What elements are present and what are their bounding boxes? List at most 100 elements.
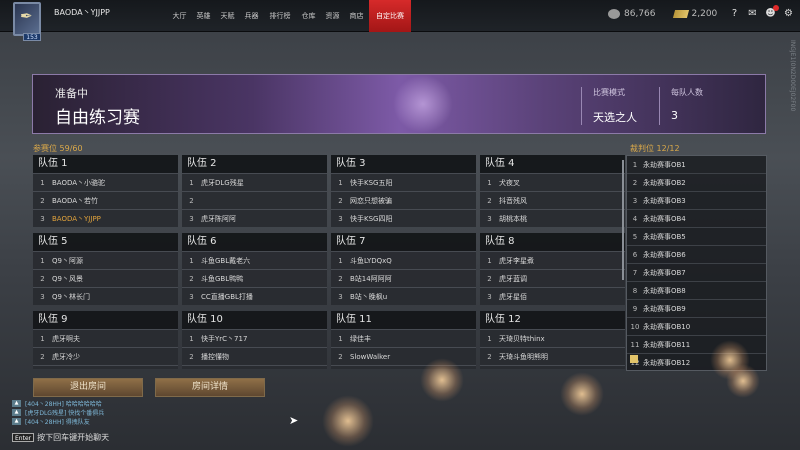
team-slot[interactable]: 1 BAODA丶小骆驼 [33, 173, 178, 191]
team-slot[interactable]: 3 BAODA丶YJJPP [33, 209, 178, 227]
nav-lobby[interactable]: 大厅 [168, 0, 191, 32]
team-slot[interactable]: 1 Q9丶阿源 [33, 251, 178, 269]
team-slot[interactable]: 2 BAODA丶若竹 [33, 191, 178, 209]
team-slot[interactable]: 1 绿佳丰 [331, 329, 476, 347]
player-avatar[interactable]: ✒ [13, 2, 41, 36]
team-size-value: 3 [671, 109, 678, 122]
player-name: 快手KSG四阳 [350, 214, 393, 223]
chat-input-hint[interactable]: Enter 按下回车键开始聊天 [12, 432, 109, 443]
team-slot[interactable]: 3天琦斗鱼斜秋 [480, 365, 625, 369]
player-name: 播控懂物 [201, 352, 229, 361]
judge-slot[interactable]: 3 永劫赛事OB3 [627, 192, 766, 210]
judge-slot[interactable]: 5 永劫赛事OB5 [627, 228, 766, 246]
mouse-cursor-icon: ➤ [289, 414, 299, 427]
slot-number: 1 [40, 334, 45, 343]
slot-number: 5 [632, 232, 638, 241]
team-slot[interactable]: 2 抖音残风 [480, 191, 625, 209]
team-slot[interactable]: 3 胡桃本桃 [480, 209, 625, 227]
judge-slot[interactable]: 4 永劫赛事OB4 [627, 210, 766, 228]
slot-number: 2 [40, 274, 45, 283]
nav-heroes[interactable]: 英雄 [192, 0, 215, 32]
friends-icon[interactable]: ☻ [765, 5, 779, 19]
team-name: 队伍 11 [331, 311, 476, 329]
team-slot[interactable]: 2 网恋只想被骗 [331, 191, 476, 209]
slot-number: 2 [338, 274, 343, 283]
banner-divider [581, 87, 582, 125]
settings-gear-icon[interactable]: ⚙ [783, 8, 794, 19]
team-slot[interactable]: 1 虎牙DLG残星 [182, 173, 327, 191]
flag-icon [630, 355, 638, 363]
team-slot[interactable]: 1 天琦贝特thinx [480, 329, 625, 347]
team-slot[interactable]: 1 快手YrC丶717 [182, 329, 327, 347]
team-slot[interactable]: 1 快手KSG五阳 [331, 173, 476, 191]
team-slot[interactable]: 3 B站丶晚枫u [331, 287, 476, 305]
team-slot[interactable]: 2 天琦斗鱼明熊明 [480, 347, 625, 365]
judge-slot[interactable]: 2 永劫赛事OB2 [627, 174, 766, 192]
judge-slot[interactable]: 8 永劫赛事OB8 [627, 282, 766, 300]
slot-number: 7 [632, 268, 638, 277]
player-name: 虎牙啊夫 [52, 334, 80, 343]
player-name: BAODA丶小骆驼 [52, 178, 106, 187]
lantern-glow [726, 364, 760, 398]
room-details-button[interactable]: 房间详情 [155, 378, 265, 397]
judge-slot[interactable]: 1 永劫赛事OB1 [627, 156, 766, 174]
team-slot[interactable]: 3 Q9丶林长门 [33, 287, 178, 305]
team-slot[interactable]: 3 CC直播GBL打播 [182, 287, 327, 305]
player-name: BAODA丶YJJPP [54, 8, 110, 17]
team-slot[interactable]: 2 虎牙冷少 [33, 347, 178, 365]
team-slot[interactable]: 2 播控懂物 [182, 347, 327, 365]
judge-slot[interactable]: 10 永劫赛事OB10 [627, 318, 766, 336]
judge-name: 永劫赛事OB4 [643, 214, 686, 223]
player-name: 快手KSG五阳 [350, 178, 393, 187]
judge-name: 永劫赛事OB10 [643, 322, 691, 331]
team-scrollbar[interactable] [622, 160, 624, 280]
team-slot[interactable]: 3 虎牙星佰 [480, 287, 625, 305]
team-slot[interactable]: 2 [182, 191, 327, 209]
nav-resources[interactable]: 资源 [321, 0, 344, 32]
nav-shop[interactable]: 商店 [345, 0, 368, 32]
team-slot[interactable]: 2 虎牙蓝调 [480, 269, 625, 287]
team-slot[interactable]: 1 斗鱼LYDQxQ [331, 251, 476, 269]
player-name: 斗鱼GBL戴老六 [201, 256, 251, 265]
gold-amount: 2,200 [691, 9, 718, 19]
help-icon[interactable]: ? [729, 8, 740, 19]
player-name: BAODA丶YJJPP [52, 214, 101, 223]
team-slot[interactable]: 3 虎牙陈阿阿 [182, 209, 327, 227]
team-slot[interactable]: 1 斗鱼GBL戴老六 [182, 251, 327, 269]
nav-talents[interactable]: 天赋 [216, 0, 239, 32]
team-name: 队伍 8 [480, 233, 625, 251]
team-slot[interactable]: 2 Q9丶风景 [33, 269, 178, 287]
lightning-art [393, 75, 453, 133]
team-slot[interactable]: 1 犬夜叉 [480, 173, 625, 191]
team-slot[interactable]: 3 快手KSG四阳 [331, 209, 476, 227]
team-size-label: 每队人数 [671, 88, 703, 97]
leave-room-button[interactable]: 退出房间 [33, 378, 143, 397]
team-slot[interactable]: 3抖音YrC丶尔东 [182, 365, 327, 369]
slot-number: 2 [189, 196, 194, 205]
team-slot[interactable]: 2 B站14阿阿阿 [331, 269, 476, 287]
judge-slot[interactable]: 6 永劫赛事OB6 [627, 246, 766, 264]
nav-custom-match[interactable]: 自定比赛 [369, 0, 411, 32]
nav-weapons[interactable]: 兵器 [240, 0, 263, 32]
judge-slot[interactable]: 7 永劫赛事OB7 [627, 264, 766, 282]
judge-slot[interactable]: 9 永劫赛事OB9 [627, 300, 766, 318]
mail-icon[interactable]: ✉ [747, 8, 758, 19]
player-name: BAODA丶若竹 [52, 196, 99, 205]
judge-name: 永劫赛事OB1 [643, 160, 686, 169]
team-slot[interactable]: 3斗鱼... [33, 365, 178, 369]
slot-number: 1 [189, 178, 194, 187]
nav-warehouse[interactable]: 仓库 [297, 0, 320, 32]
chat-message: ▲ [404丶28HH] 哈哈哈哈哈哈 [12, 399, 252, 408]
team-slot[interactable]: 1 虎牙啊夫 [33, 329, 178, 347]
team-card: 队伍 2 1 虎牙DLG残星 2 3 虎牙陈阿阿 [182, 155, 327, 227]
player-name: 虎牙李星煮 [499, 256, 534, 265]
slot-number: 1 [40, 256, 45, 265]
slot-number: 2 [338, 196, 343, 205]
team-slot[interactable]: 2 斗鱼GBL鸭鸭 [182, 269, 327, 287]
team-name: 队伍 6 [182, 233, 327, 251]
team-slot[interactable]: 1 虎牙李星煮 [480, 251, 625, 269]
nav-leaderboard[interactable]: 排行榜 [264, 0, 296, 32]
judge-name: 永劫赛事OB9 [643, 304, 686, 313]
team-name: 队伍 1 [33, 155, 178, 173]
player-name: Q9丶阿源 [52, 256, 83, 265]
